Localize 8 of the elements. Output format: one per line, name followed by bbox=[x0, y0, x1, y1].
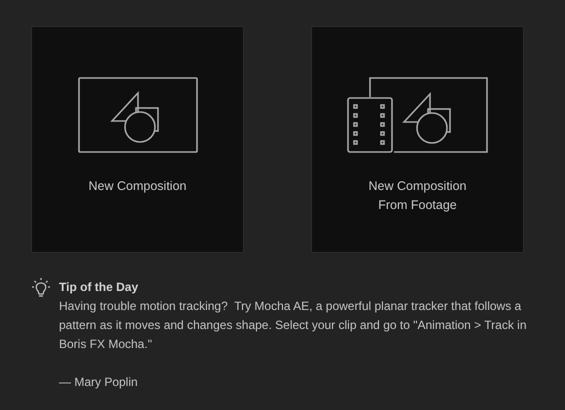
lightbulb-icon bbox=[31, 278, 51, 298]
footage-composition-icon bbox=[346, 77, 488, 153]
composition-icon bbox=[78, 77, 198, 153]
new-composition-card[interactable]: New Composition From Footage bbox=[311, 26, 524, 253]
new-composition-card[interactable]: New Composition bbox=[31, 26, 244, 253]
tip-text: Having trouble motion tracking? Try Mocha AE, a powerful planar tracker that follows a pattern as it moves and changes shape. Select your clip and go to "Animation > Track in Boris FX Mocha." bbox=[59, 298, 528, 353]
tip-author: — Mary Poplin bbox=[59, 374, 139, 391]
tip-title: Tip of the Day bbox=[59, 279, 140, 296]
